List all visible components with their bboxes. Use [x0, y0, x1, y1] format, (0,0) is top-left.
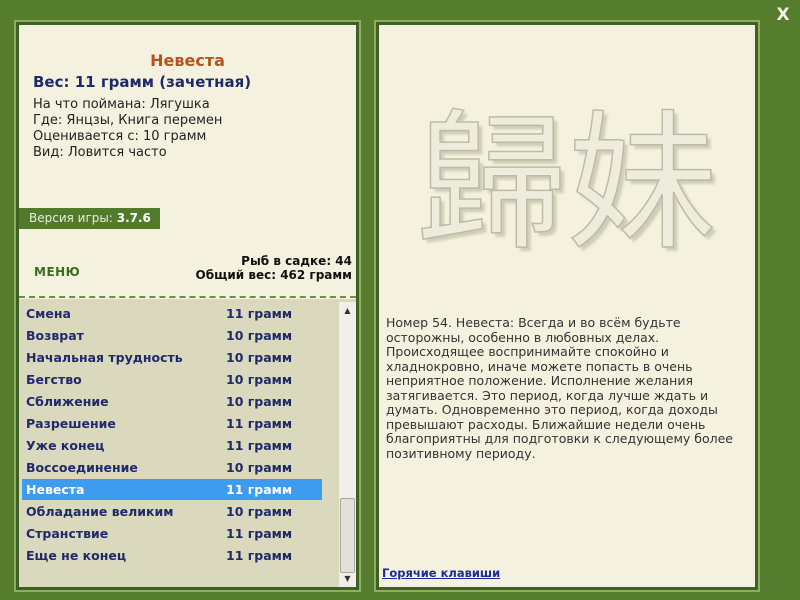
list-item[interactable]: Обладание великим 10 грамм: [22, 501, 322, 522]
fish-name: Невеста: [150, 51, 225, 70]
list-item-weight: 10 грамм: [226, 394, 293, 409]
list-item[interactable]: Сближение 10 грамм: [22, 391, 322, 412]
list-item[interactable]: Начальная трудность 10 грамм: [22, 347, 322, 368]
fish-list: Смена 11 грамм Возврат 10 грамм Начальная тр…: [19, 299, 356, 587]
list-item-weight: 11 грамм: [226, 482, 293, 497]
hexagram-description: Номер 54. Невеста: Всегда и во всём будь…: [386, 315, 733, 461]
list-item-weight: 11 грамм: [226, 438, 293, 453]
list-item-weight: 10 грамм: [226, 350, 293, 365]
scroll-up-icon[interactable]: ▲: [339, 302, 356, 319]
fish-count: Рыб в садке: 44: [241, 254, 352, 268]
list-item[interactable]: Странствие 11 грамм: [22, 523, 322, 544]
dashed-divider: [19, 296, 356, 298]
scroll-down-icon[interactable]: ▼: [339, 570, 356, 587]
version-badge: Версия игры: 3.7.6: [19, 208, 160, 229]
fish-info-panel: Невеста Вес: 11 грамм (зачетная) На что …: [16, 22, 359, 590]
list-scrollbar[interactable]: ▲ ▼: [339, 302, 356, 587]
list-item[interactable]: Уже конец 11 грамм: [22, 435, 322, 456]
list-item-weight: 10 грамм: [226, 328, 293, 343]
list-item-weight: 10 грамм: [226, 372, 293, 387]
list-item[interactable]: Разрешение 11 грамм: [22, 413, 322, 434]
list-item-name: Обладание великим: [26, 504, 174, 519]
list-item-weight: 10 грамм: [226, 460, 293, 475]
close-button[interactable]: X: [772, 4, 794, 26]
list-item-weight: 10 грамм: [226, 504, 293, 519]
list-item-weight: 11 грамм: [226, 416, 293, 431]
list-item-name: Уже конец: [26, 438, 105, 453]
list-item-name: Странствие: [26, 526, 109, 541]
fish-weight: Вес: 11 грамм (зачетная): [33, 73, 252, 91]
list-item-name: Невеста: [26, 482, 85, 497]
version-value: 3.7.6: [116, 211, 151, 225]
hexagram-glyph-image: 歸妹 歸妹: [416, 96, 721, 271]
menu-button[interactable]: МЕНЮ: [34, 265, 80, 279]
version-label: Версия игры:: [29, 211, 113, 225]
list-item[interactable]: Бегство 10 грамм: [22, 369, 322, 390]
list-item[interactable]: Воссоединение 10 грамм: [22, 457, 322, 478]
list-item-weight: 11 грамм: [226, 548, 293, 563]
list-item[interactable]: Невеста 11 грамм: [22, 479, 322, 500]
list-item-weight: 11 грамм: [226, 306, 293, 321]
list-item-name: Смена: [26, 306, 71, 321]
fish-kind: Вид: Ловится часто: [33, 145, 167, 160]
total-weight: Общий вес: 462 грамм: [195, 268, 352, 282]
description-panel: 歸妹 歸妹 Номер 54. Невеста: Всегда и во всё…: [376, 22, 758, 590]
caught-where: Где: Янцзы, Книга перемен: [33, 113, 223, 128]
list-item[interactable]: Возврат 10 грамм: [22, 325, 322, 346]
list-item-name: Разрешение: [26, 416, 116, 431]
list-item-name: Бегство: [26, 372, 82, 387]
scroll-thumb[interactable]: [340, 498, 355, 573]
fish-details: На что поймана: Лягушка Где: Янцзы, Книг…: [33, 97, 222, 161]
valued-from: Оценивается с: 10 грамм: [33, 129, 207, 144]
list-item-name: Сближение: [26, 394, 109, 409]
list-item[interactable]: Еще не конец 11 грамм: [22, 545, 322, 566]
list-item-name: Воссоединение: [26, 460, 138, 475]
list-item-name: Еще не конец: [26, 548, 127, 563]
list-item-name: Возврат: [26, 328, 84, 343]
list-item[interactable]: Смена 11 грамм: [22, 303, 322, 324]
caught-with: На что поймана: Лягушка: [33, 97, 210, 112]
hotkeys-link[interactable]: Горячие клавиши: [382, 566, 500, 580]
catch-stats: Рыб в садке: 44 Общий вес: 462 грамм: [196, 254, 352, 282]
list-item-weight: 11 грамм: [226, 526, 293, 541]
glyph-text: 歸妹: [417, 97, 717, 271]
list-item-name: Начальная трудность: [26, 350, 183, 365]
